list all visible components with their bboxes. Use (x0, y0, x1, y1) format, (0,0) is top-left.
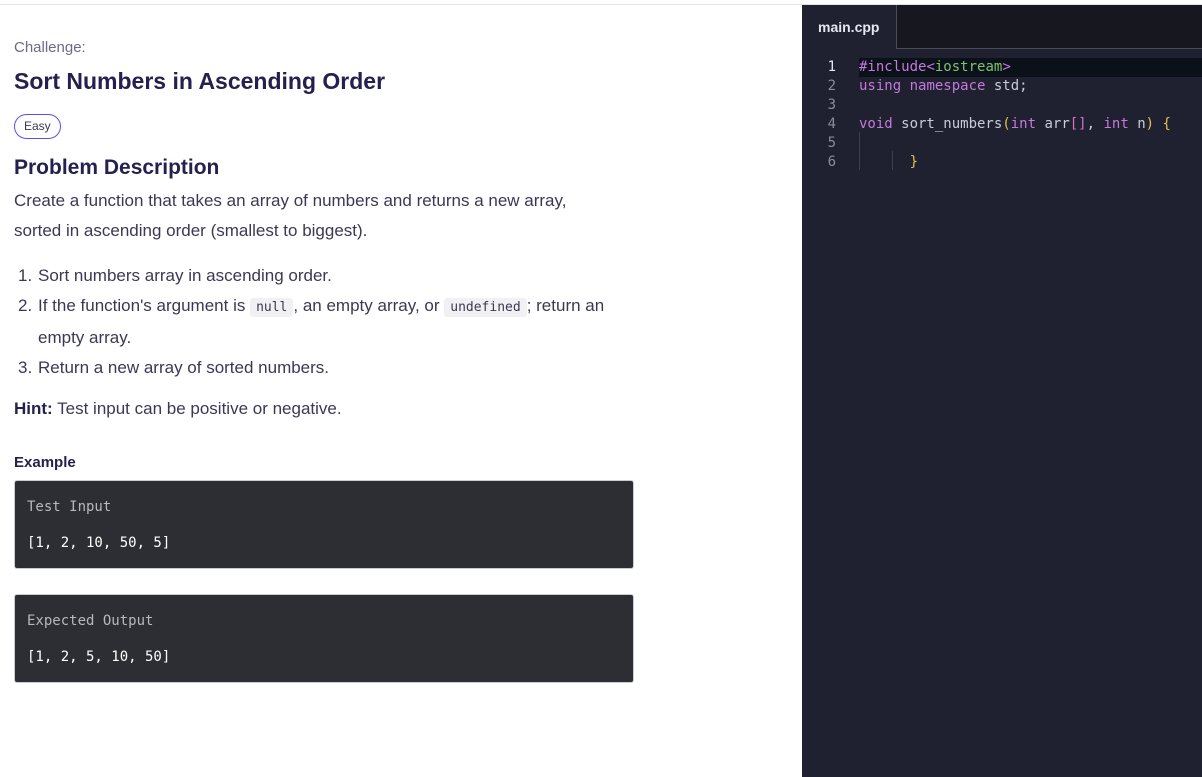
code-line[interactable]: 4 ​void sort_numbers(int arr[], int n) { (802, 115, 1202, 134)
list-item: 3. Return a new array of sorted numbers. (18, 353, 618, 383)
code-line[interactable]: 2 ​using namespace std; (802, 77, 1202, 96)
code-token: { (1162, 116, 1171, 132)
code-token: sort_numbers (892, 116, 1003, 132)
list-text: Return a new array of sorted numbers. (38, 358, 330, 377)
hint-text: Test input can be positive or negative. (52, 399, 342, 418)
list-number: 1. (18, 266, 33, 285)
test-input-box: Test Input [1, 2, 10, 50, 5] (14, 480, 634, 569)
tab-main-cpp[interactable]: main.cpp (802, 5, 896, 49)
expected-output-label: Expected Output (27, 613, 154, 629)
code-token: > (1002, 59, 1011, 75)
code-token: using (859, 78, 902, 94)
code-area[interactable]: 1​#include<iostream>2​using namespace st… (802, 58, 1202, 172)
test-input-label: Test Input (27, 499, 112, 515)
list-text: Sort numbers array in ascending order. (38, 266, 332, 285)
code-line[interactable]: 6 ​ } (802, 153, 1202, 172)
inline-code: null (250, 298, 294, 317)
code-token: , (1086, 116, 1104, 132)
code-token: n (1128, 116, 1146, 132)
code-line[interactable]: 3​ (802, 96, 1202, 115)
code-token: iostream (934, 59, 1003, 75)
indent-guide (892, 151, 893, 170)
list-text: If the function's argument is null, an e… (38, 291, 618, 353)
code-text[interactable]: ​ (859, 96, 1202, 115)
challenge-label: Challenge: (14, 39, 86, 56)
example-heading: Example (14, 454, 76, 471)
line-number: 6 (827, 154, 836, 170)
hint: Hint: Test input can be positive or nega… (14, 399, 342, 419)
line-number: 1 (827, 59, 836, 75)
code-token: ( (1002, 116, 1011, 132)
expected-output-value: [1, 2, 5, 10, 50] (27, 649, 171, 665)
section-heading: Problem Description (14, 156, 220, 179)
code-token: int (1103, 116, 1129, 132)
code-text[interactable]: ​ (859, 134, 1202, 153)
code-token: < (926, 59, 935, 75)
line-number: 5 (827, 135, 836, 151)
line-number: 2 (827, 78, 836, 94)
tab-bar-empty (896, 5, 1202, 49)
code-token: int (1010, 116, 1037, 132)
text-part: , an empty array, or (293, 296, 445, 315)
editor-tab-bar: main.cpp (802, 5, 1202, 49)
requirements-list: 1. Sort numbers array in ascending order.… (18, 261, 618, 383)
text-part: If the function's argument is (38, 296, 251, 315)
code-token: arr (1036, 116, 1070, 132)
code-token: std; (985, 78, 1028, 94)
code-token: namespace (909, 78, 986, 94)
code-text[interactable]: ​ } (859, 153, 1202, 172)
list-item: 1. Sort numbers array in ascending order. (18, 261, 618, 291)
indent-guide (859, 132, 860, 170)
code-token: void (859, 116, 893, 132)
test-input-value: [1, 2, 10, 50, 5] (27, 535, 171, 551)
list-number: 2. (18, 296, 33, 315)
code-text[interactable]: ​using namespace std; (859, 77, 1202, 96)
code-token: [] (1069, 116, 1087, 132)
hint-label: Hint: (14, 399, 53, 418)
code-editor[interactable]: main.cpp 1​#include<iostream>2​using nam… (802, 5, 1202, 777)
line-number: 3 (827, 97, 836, 113)
page-title: Sort Numbers in Ascending Order (14, 68, 386, 94)
code-token: } (909, 154, 919, 170)
code-text[interactable]: ​#include<iostream> (859, 58, 1202, 77)
expected-output-box: Expected Output [1, 2, 5, 10, 50] (14, 594, 634, 683)
code-line[interactable]: 5​ (802, 134, 1202, 153)
list-item: 2. If the function's argument is null, an… (18, 291, 618, 353)
code-token: ) (1145, 116, 1155, 132)
problem-description: Create a function that takes an array of… (14, 191, 567, 240)
code-line[interactable]: 1 ​#include<iostream> (802, 58, 1202, 77)
code-text[interactable]: ​void sort_numbers(int arr[], int n) { (859, 115, 1202, 134)
list-number: 3. (18, 358, 33, 377)
line-number: 4 (827, 116, 836, 132)
inline-code: undefined (444, 298, 527, 317)
code-token: #include (859, 59, 927, 75)
difficulty-badge: Easy (14, 114, 61, 139)
